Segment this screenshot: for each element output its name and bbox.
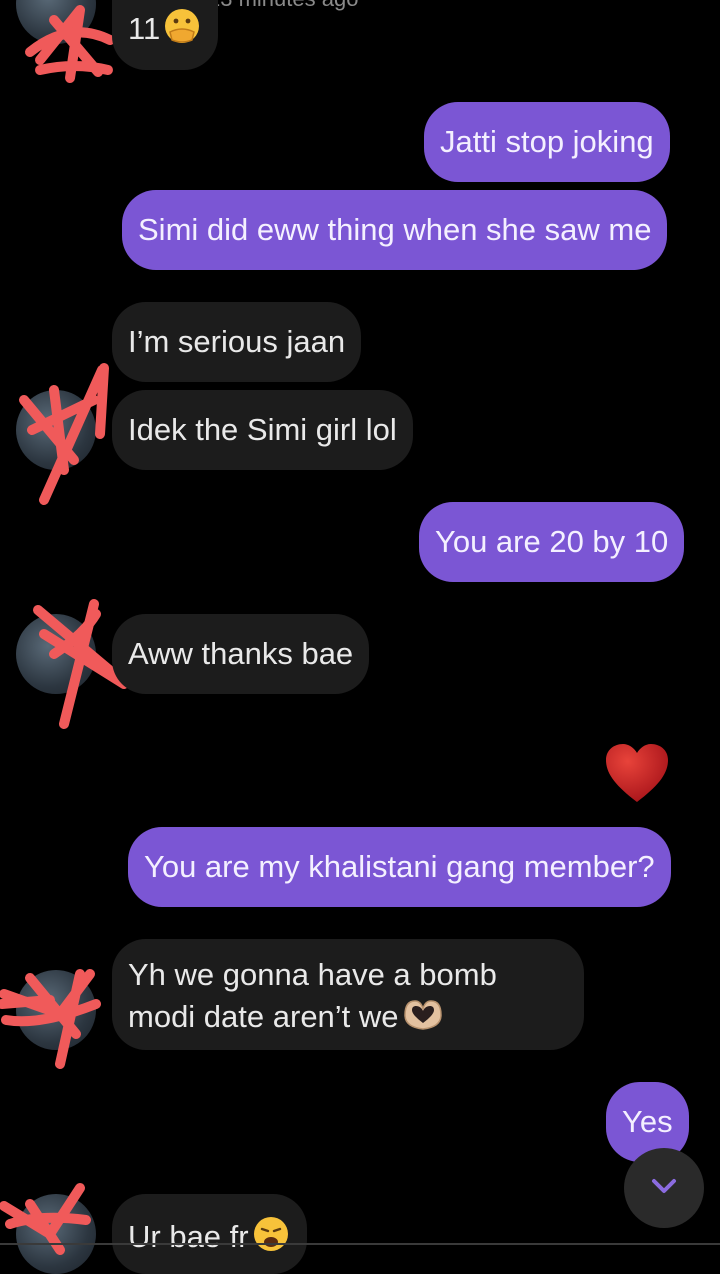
contact-avatar[interactable] bbox=[16, 614, 96, 694]
face-with-hand-over-mouth-icon bbox=[162, 6, 202, 56]
received-message[interactable]: Aww thanks bae bbox=[112, 614, 370, 694]
message-text: Aww thanks bae bbox=[128, 636, 354, 671]
received-message[interactable]: Yh we gonna have a bomb modi date aren’t… bbox=[112, 939, 584, 1050]
message-text: Simi did eww thing when she saw me bbox=[138, 212, 652, 247]
received-message[interactable]: I’m serious jaan bbox=[112, 302, 362, 382]
contact-avatar[interactable] bbox=[16, 0, 96, 44]
weary-face-icon bbox=[251, 1214, 291, 1264]
contact-avatar[interactable] bbox=[16, 390, 96, 470]
contact-avatar[interactable] bbox=[16, 1194, 96, 1274]
received-message[interactable]: Idek the Simi girl lol bbox=[112, 390, 413, 470]
sent-message[interactable]: Simi did eww thing when she saw me bbox=[122, 190, 668, 270]
sent-message[interactable]: You are 20 by 10 bbox=[419, 502, 685, 582]
message-text: I’m serious jaan bbox=[128, 324, 346, 359]
sent-message[interactable]: You are my khalistani gang member? bbox=[128, 827, 671, 907]
scroll-to-bottom-button[interactable] bbox=[624, 1148, 704, 1228]
message-timestamp: 23 minutes ago bbox=[208, 0, 358, 12]
message-text: You are 20 by 10 bbox=[435, 524, 669, 559]
chevron-down-icon bbox=[650, 1177, 678, 1200]
red-heart-icon[interactable] bbox=[604, 742, 670, 804]
message-text-line-1: Yh we gonna have a bomb bbox=[128, 957, 497, 992]
received-message[interactable]: 11 bbox=[112, 0, 219, 70]
received-message[interactable]: Ur bae fr bbox=[112, 1194, 307, 1274]
sent-message[interactable]: Jatti stop joking bbox=[424, 102, 670, 182]
contact-avatar[interactable] bbox=[16, 970, 96, 1050]
composer-divider bbox=[0, 1243, 720, 1245]
message-text-line-2: modi date aren’t we bbox=[128, 999, 399, 1035]
message-text: Idek the Simi girl lol bbox=[128, 412, 397, 447]
message-text: Ur bae fr bbox=[128, 1219, 249, 1255]
message-text: Yes bbox=[622, 1104, 673, 1139]
message-text: 11 bbox=[128, 11, 161, 47]
message-text: Jatti stop joking bbox=[440, 124, 654, 159]
message-text: You are my khalistani gang member? bbox=[144, 849, 655, 884]
heart-hands-icon bbox=[401, 995, 445, 1043]
